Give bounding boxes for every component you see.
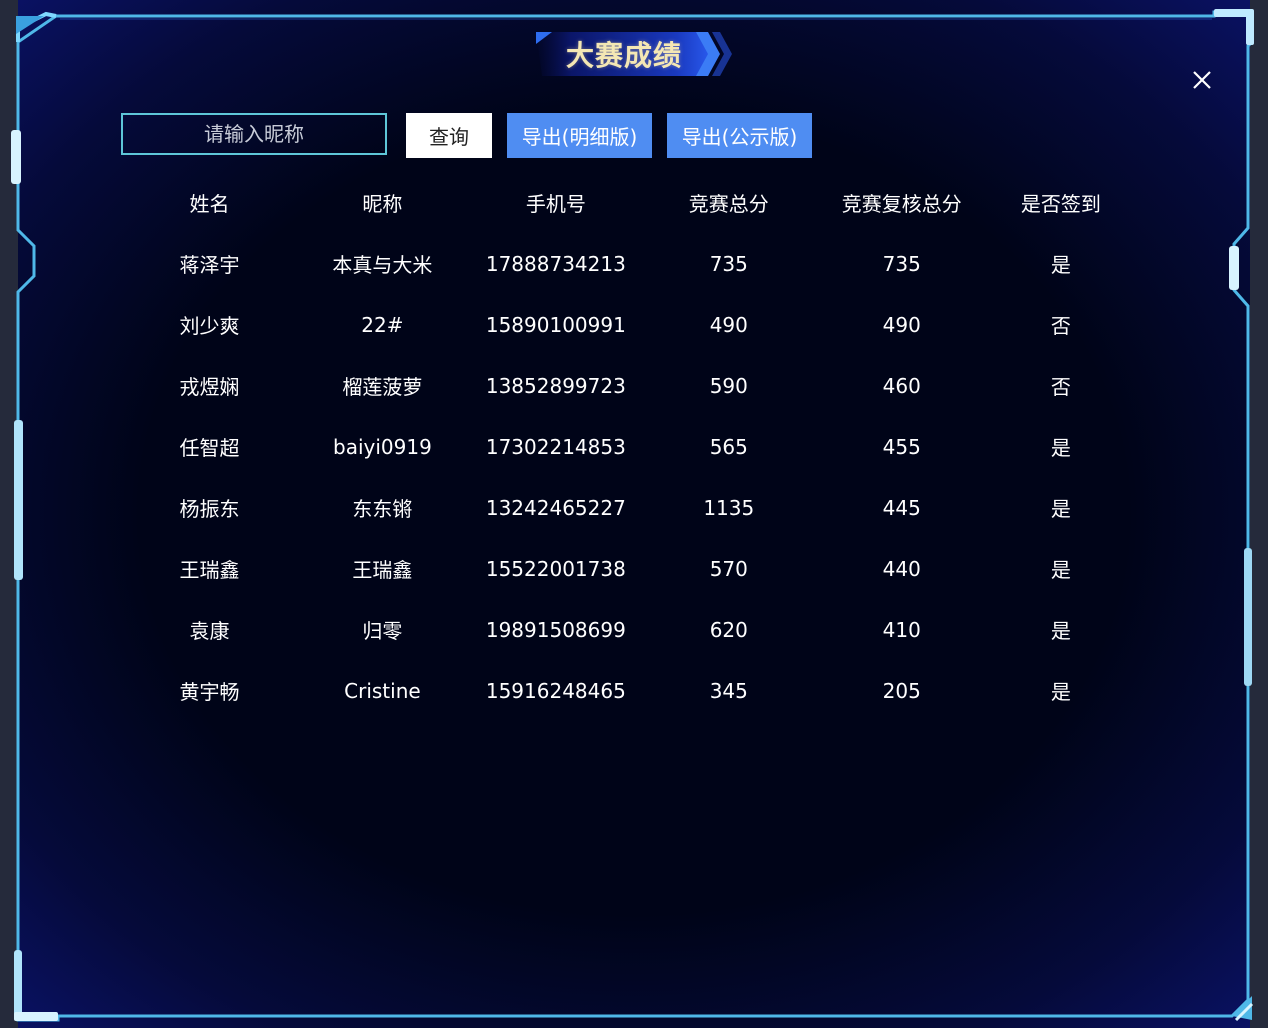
table-row: 蒋泽宇 本真与大米 17888734213 735 735 是 [123,233,1133,294]
cell-total-score: 490 [709,312,748,337]
close-icon [1193,71,1211,89]
cell-total-score: 620 [709,617,748,642]
cell-name: 袁康 [189,619,230,643]
cell-phone: 15916248465 [485,678,626,703]
cell-total-score: 590 [709,373,748,398]
cell-nickname: baiyi0919 [333,434,432,459]
table-row: 杨振东 东东锵 13242465227 1135 445 是 [123,477,1133,538]
header-signed-in: 是否签到 [1020,192,1101,216]
table-row: 王瑞鑫 王瑞鑫 15522001738 570 440 是 [123,538,1133,599]
cell-signed-in: 是 [1050,436,1071,460]
query-button[interactable]: 查询 [406,113,492,158]
cell-name: 任智超 [179,436,240,460]
header-name: 姓名 [189,192,230,216]
cell-review-total-score: 205 [882,678,921,703]
cell-phone: 15890100991 [485,312,626,337]
cell-phone: 15522001738 [485,556,626,581]
cell-phone: 19891508699 [485,617,626,642]
cell-phone: 17888734213 [485,251,626,276]
cell-signed-in: 是 [1050,253,1071,277]
cell-nickname: 归零 [362,619,403,643]
cell-total-score: 735 [709,251,748,276]
export-detail-button[interactable]: 导出(明细版) [507,113,652,158]
dialog-title: 大赛成绩 [565,39,682,72]
close-button[interactable] [1188,66,1216,94]
header-nickname: 昵称 [362,192,403,216]
cell-signed-in: 是 [1050,680,1071,704]
export-public-button[interactable]: 导出(公示版) [667,113,812,158]
header-total-score: 竞赛总分 [688,192,769,216]
cell-signed-in: 是 [1050,558,1071,582]
table-header-row: 姓名 昵称 手机号 竞赛总分 竞赛复核总分 是否签到 [123,172,1133,233]
header-phone: 手机号 [525,192,586,216]
table-row: 任智超 baiyi0919 17302214853 565 455 是 [123,416,1133,477]
cell-signed-in: 是 [1050,497,1071,521]
cell-name: 蒋泽宇 [179,253,240,277]
cell-review-total-score: 455 [882,434,921,459]
cell-signed-in: 否 [1050,314,1071,338]
cell-nickname: Cristine [344,678,421,703]
cell-name: 戎煜娴 [179,375,240,399]
cell-phone: 13852899723 [485,373,626,398]
table-row: 黄宇畅 Cristine 15916248465 345 205 是 [123,660,1133,721]
cell-nickname: 东东锵 [352,497,413,521]
cell-signed-in: 否 [1050,375,1071,399]
cell-name: 王瑞鑫 [179,558,240,582]
cell-nickname: 榴莲菠萝 [342,375,423,399]
cell-total-score: 1135 [703,495,755,520]
cell-review-total-score: 440 [882,556,921,581]
cell-review-total-score: 445 [882,495,921,520]
cell-phone: 17302214853 [485,434,626,459]
cell-name: 刘少爽 [179,314,240,338]
cell-total-score: 570 [709,556,748,581]
nickname-search-input[interactable] [121,113,387,155]
cell-signed-in: 是 [1050,619,1071,643]
cell-review-total-score: 735 [882,251,921,276]
cell-nickname: 22# [361,312,404,337]
table-row: 刘少爽 22# 15890100991 490 490 否 [123,294,1133,355]
cell-total-score: 345 [709,678,748,703]
cell-nickname: 本真与大米 [332,253,433,277]
header-review-total-score: 竞赛复核总分 [841,192,962,216]
dialog-title-banner: 大赛成绩 [532,30,736,78]
background-left-edge [0,0,18,1028]
cell-name: 杨振东 [179,497,240,521]
cell-name: 黄宇畅 [179,680,240,704]
cell-review-total-score: 410 [882,617,921,642]
results-dialog: 大赛成绩 查询 导出(明细版) 导出(公示版) 姓名 昵称 手机号 竞赛总分 竞… [0,0,1268,1028]
cell-review-total-score: 490 [882,312,921,337]
table-row: 戎煜娴 榴莲菠萝 13852899723 590 460 否 [123,355,1133,416]
cell-review-total-score: 460 [882,373,921,398]
cell-nickname: 王瑞鑫 [352,558,413,582]
cell-total-score: 565 [709,434,748,459]
table-row: 袁康 归零 19891508699 620 410 是 [123,599,1133,660]
results-table: 姓名 昵称 手机号 竞赛总分 竞赛复核总分 是否签到 蒋泽宇 本真与大米 178… [123,172,1133,721]
background-right-edge [1250,0,1268,1028]
cell-phone: 13242465227 [485,495,626,520]
